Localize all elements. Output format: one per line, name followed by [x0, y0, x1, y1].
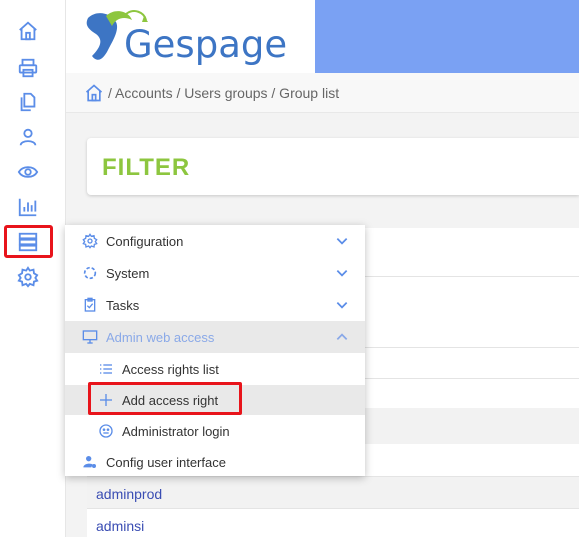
monitor-icon	[82, 330, 98, 344]
gear-icon	[82, 233, 98, 249]
menu-item-label: Configuration	[106, 233, 184, 249]
chevron-down-icon	[336, 238, 348, 245]
user-settings-icon	[83, 456, 96, 468]
clipboard-icon	[84, 297, 96, 312]
menu-item-tasks[interactable]: Tasks	[65, 289, 365, 321]
menu-item-label: Admin web access	[106, 329, 215, 345]
printer-icon[interactable]	[15, 55, 41, 81]
selection-highlight	[88, 382, 242, 415]
admin-menu: Configuration System Tasks Admin web acc…	[65, 225, 365, 476]
row-divider	[87, 508, 579, 509]
chevron-down-icon	[336, 302, 348, 309]
breadcrumb: / Accounts / Users groups / Group list	[66, 73, 579, 113]
menu-item-label: Access rights list	[122, 361, 219, 377]
face-icon	[99, 424, 113, 438]
chart-icon[interactable]	[15, 194, 41, 220]
group-row-adminprod[interactable]: adminprod	[96, 486, 162, 502]
filter-title: FILTER	[102, 154, 191, 181]
menu-item-label: Config user interface	[106, 454, 226, 470]
group-row-adminsi[interactable]: adminsi	[96, 518, 144, 534]
menu-item-label: Tasks	[106, 297, 140, 313]
menu-item-configuration[interactable]: Configuration	[65, 225, 365, 257]
selection-highlight	[4, 225, 53, 258]
menu-item-administrator-login[interactable]: Administrator login	[65, 415, 365, 447]
eye-icon[interactable]	[15, 159, 41, 185]
breadcrumb-path: / Accounts / Users groups / Group list	[108, 84, 340, 101]
menu-item-admin-web-access[interactable]: Admin web access	[65, 321, 365, 353]
circle-dots-icon	[83, 266, 97, 280]
list-icon	[100, 364, 112, 374]
menu-item-system[interactable]: System	[65, 257, 365, 289]
chevron-down-icon	[336, 270, 348, 277]
logo-text: Gespage	[124, 23, 288, 66]
home-icon[interactable]	[15, 18, 41, 44]
menu-item-access-rights-list[interactable]: Access rights list	[65, 353, 365, 385]
menu-item-config-user-interface[interactable]: Config user interface	[65, 446, 365, 478]
header-banner	[315, 0, 579, 73]
menu-item-label: System	[106, 265, 150, 281]
breadcrumb-home-icon[interactable]	[84, 83, 104, 103]
gear-icon[interactable]	[15, 264, 41, 290]
menu-item-label: Administrator login	[122, 423, 230, 439]
documents-icon[interactable]	[15, 89, 41, 115]
filter-panel[interactable]: FILTER	[87, 138, 579, 195]
sidebar	[0, 0, 66, 537]
chevron-up-icon	[336, 333, 348, 340]
user-icon[interactable]	[15, 124, 41, 150]
